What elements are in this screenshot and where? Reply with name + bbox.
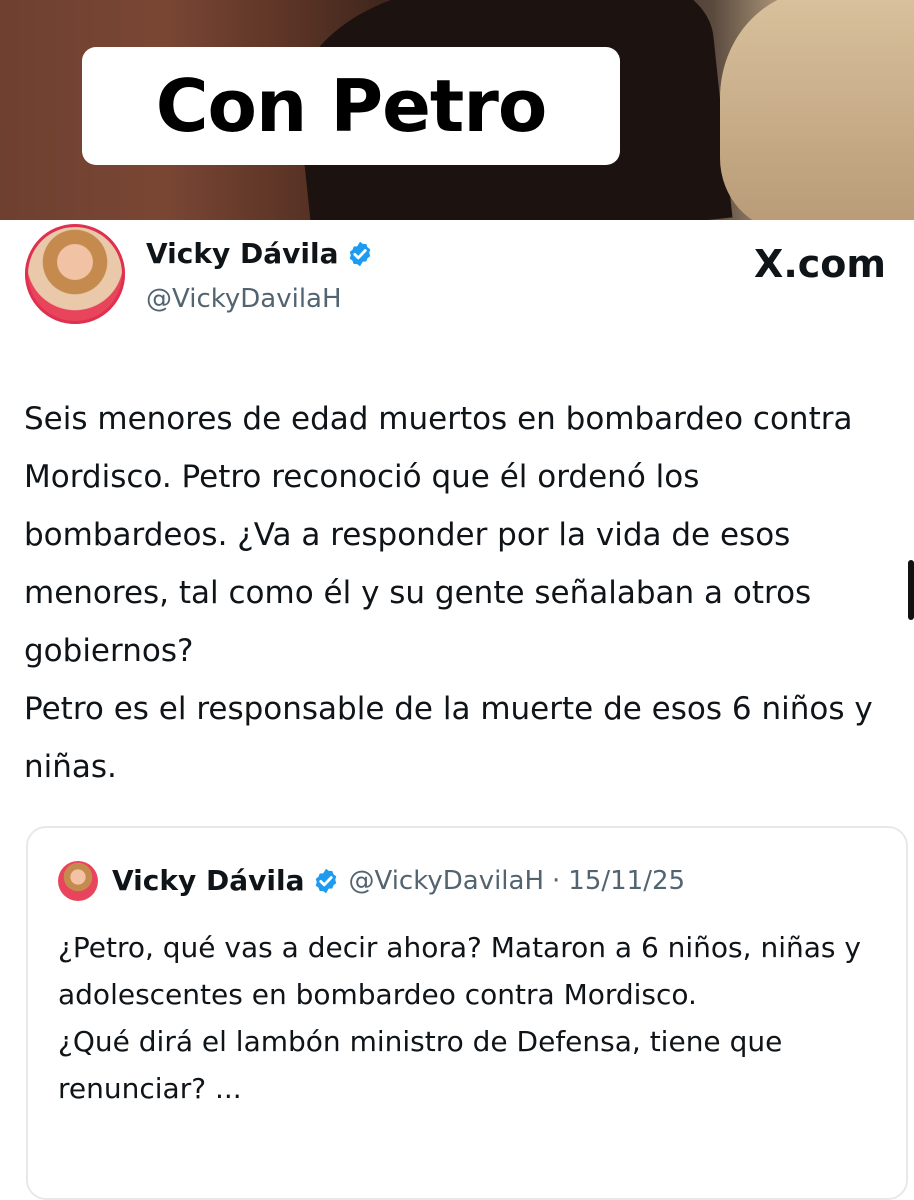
avatar-ring: [25, 224, 125, 324]
author-name-row: Vicky Dávila: [146, 237, 374, 270]
site-label: X.com: [754, 242, 886, 286]
quoted-tweet-header: Vicky Dávila @VickyDavilaH · 15/11/25: [112, 864, 685, 897]
verified-badge-icon: [350, 241, 371, 266]
author-name[interactable]: Vicky Dávila: [146, 237, 338, 270]
author-handle[interactable]: @VickyDavilaH: [146, 284, 342, 314]
quoted-author-name[interactable]: Vicky Dávila: [112, 864, 304, 897]
caption-banner: Con Petro: [82, 47, 620, 165]
verified-badge-icon: [316, 868, 337, 893]
tweet-paragraph: Seis menores de edad muertos en bombarde…: [24, 401, 853, 669]
tweet-card: Vicky Dávila @VickyDavilaH X.com Seis me…: [0, 220, 914, 1200]
quoted-tweet-date[interactable]: 15/11/25: [568, 866, 685, 896]
quoted-tweet[interactable]: Vicky Dávila @VickyDavilaH · 15/11/25 ¿P…: [26, 826, 908, 1200]
scrollbar-thumb[interactable]: [908, 560, 914, 620]
caption-text: Con Petro: [155, 64, 548, 148]
tweet-paragraph: Petro es el responsable de la muerte de …: [24, 691, 873, 785]
quoted-author-handle[interactable]: @VickyDavilaH: [348, 866, 544, 896]
tweet-body: Seis menores de edad muertos en bombarde…: [24, 390, 894, 796]
quoted-author-avatar[interactable]: [58, 861, 98, 901]
quoted-paragraph: ¿Qué dirá el lambón ministro de Defensa,…: [58, 1025, 783, 1105]
quoted-tweet-body: ¿Petro, qué vas a decir ahora? Mataron a…: [58, 924, 888, 1112]
separator-dot: ·: [552, 865, 561, 896]
photo-figure-hair: [720, 0, 914, 220]
quoted-paragraph: ¿Petro, qué vas a decir ahora? Mataron a…: [58, 931, 861, 1011]
